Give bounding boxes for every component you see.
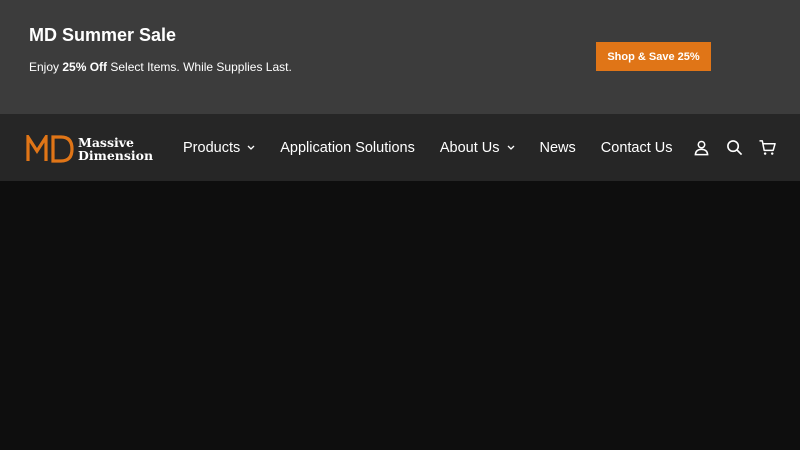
account-button[interactable] (692, 139, 710, 157)
nav-item-label: Contact Us (600, 139, 673, 156)
nav-item-about-us[interactable]: About Us (440, 140, 515, 156)
nav-item-label: Products (183, 139, 241, 156)
hero-section (0, 181, 800, 450)
logo-text: Massive Dimension (78, 136, 153, 162)
logo-text-line2: Dimension (78, 148, 154, 163)
nav-item-news[interactable]: News (540, 140, 576, 156)
promo-subtitle-highlight: 25% Off (62, 60, 108, 74)
search-icon (726, 140, 742, 156)
header-icons (677, 114, 776, 181)
chevron-down-icon (507, 145, 514, 150)
nav-item-label: News (539, 139, 576, 156)
cart-button[interactable] (758, 139, 776, 157)
nav-item-label: About Us (439, 139, 500, 156)
chevron-down-icon (247, 145, 255, 150)
promo-subtitle: Enjoy 25% Off Select Items. While Suppli… (29, 60, 292, 74)
site-logo[interactable]: Massive Dimension (26, 134, 153, 164)
promo-subtitle-suffix: Select Items. While Supplies Last. (107, 60, 292, 74)
md-logo-mark-icon (26, 135, 74, 163)
user-icon (694, 140, 708, 156)
cart-icon (758, 140, 776, 155)
promo-banner: MD Summer Sale Enjoy 25% Off Select Item… (0, 0, 800, 114)
main-navigation: Massive Dimension Products Application S… (0, 114, 800, 181)
promo-title: MD Summer Sale (29, 25, 177, 45)
promo-subtitle-prefix: Enjoy (29, 60, 63, 74)
nav-item-application-solutions[interactable]: Application Solutions (280, 140, 415, 156)
nav-item-label: Application Solutions (280, 139, 415, 156)
nav-item-products[interactable]: Products (183, 140, 255, 156)
shop-and-save-button[interactable]: Shop & Save 25% (596, 42, 711, 71)
search-button[interactable] (725, 139, 743, 157)
nav-item-contact-us[interactable]: Contact Us (601, 140, 673, 156)
nav-menu: Products Application Solutions About Us … (183, 114, 698, 181)
